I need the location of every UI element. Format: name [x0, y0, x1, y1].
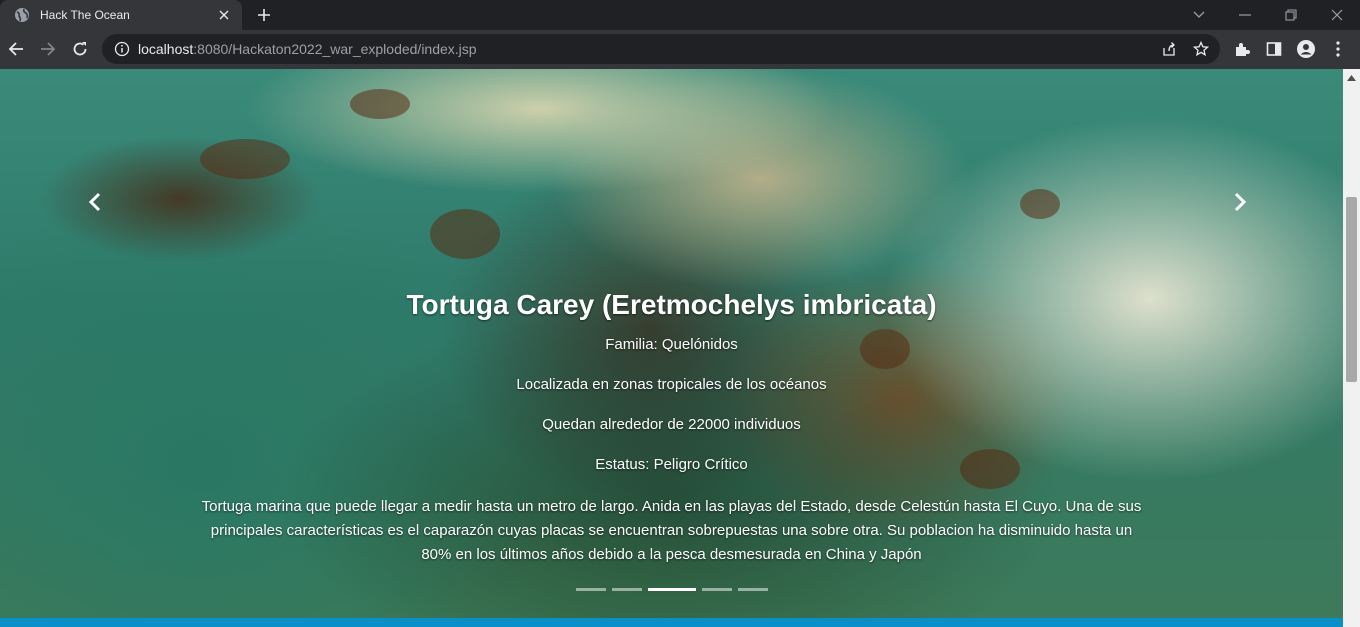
carousel-next-icon[interactable]	[1225, 187, 1255, 217]
vertical-scrollbar[interactable]	[1343, 69, 1360, 627]
species-family: Familia: Quelónidos	[605, 336, 738, 353]
tab-search-icon[interactable]	[1176, 0, 1222, 30]
image-texture	[1020, 189, 1060, 219]
address-bar[interactable]: localhost:8080/Hackaton2022_war_exploded…	[102, 34, 1220, 64]
side-panel-icon[interactable]	[1261, 36, 1287, 62]
reload-icon[interactable]	[67, 36, 93, 62]
new-tab-icon[interactable]	[254, 5, 274, 25]
share-icon[interactable]	[1156, 34, 1182, 64]
tab-title: Hack The Ocean	[40, 8, 130, 22]
tab-strip: Hack The Ocean	[0, 0, 1360, 30]
carousel-indicator-1[interactable]	[575, 588, 606, 591]
back-icon[interactable]	[3, 36, 29, 62]
forward-icon[interactable]	[35, 36, 61, 62]
scrollbar-thumb[interactable]	[1346, 197, 1357, 382]
close-window-icon[interactable]	[1314, 0, 1360, 30]
close-tab-icon[interactable]	[216, 7, 232, 23]
restore-icon[interactable]	[1268, 0, 1314, 30]
globe-icon	[14, 7, 30, 23]
image-texture	[430, 209, 500, 259]
species-status: Estatus: Peligro Crítico	[595, 456, 748, 473]
slide-caption: Tortuga Carey (Eretmochelys imbricata) F…	[0, 289, 1343, 567]
carousel-prev-icon[interactable]	[80, 187, 110, 217]
carousel-indicator-2[interactable]	[611, 588, 642, 591]
extensions-icon[interactable]	[1229, 36, 1255, 62]
scroll-up-icon[interactable]	[1347, 73, 1356, 82]
image-texture	[200, 139, 290, 179]
species-location: Localizada en zonas tropicales de los oc…	[516, 376, 827, 393]
species-population: Quedan alrededor de 22000 individuos	[542, 416, 801, 433]
url-host: localhost	[138, 41, 194, 57]
carousel-indicators	[0, 588, 1343, 591]
species-carousel: Tortuga Carey (Eretmochelys imbricata) F…	[0, 69, 1343, 618]
accent-bar	[0, 618, 1343, 627]
url-text: localhost:8080/Hackaton2022_war_exploded…	[138, 41, 477, 57]
carousel-indicator-4[interactable]	[701, 588, 732, 591]
url-path: :8080/Hackaton2022_war_exploded/index.js…	[193, 41, 477, 57]
browser-tab[interactable]: Hack The Ocean	[0, 0, 242, 30]
browser-toolbar: localhost:8080/Hackaton2022_war_exploded…	[0, 30, 1360, 69]
profile-icon[interactable]	[1293, 36, 1319, 62]
menu-dots-icon[interactable]	[1325, 36, 1351, 62]
carousel-indicator-3[interactable]	[647, 588, 696, 591]
bookmark-star-icon[interactable]	[1188, 34, 1214, 64]
minimize-icon[interactable]	[1222, 0, 1268, 30]
image-texture	[350, 89, 410, 119]
page-viewport: Tortuga Carey (Eretmochelys imbricata) F…	[0, 69, 1360, 627]
carousel-indicator-5[interactable]	[737, 588, 768, 591]
species-title: Tortuga Carey (Eretmochelys imbricata)	[406, 289, 937, 320]
species-description: Tortuga marina que puede llegar a medir …	[201, 498, 1142, 563]
info-icon[interactable]	[114, 41, 130, 57]
